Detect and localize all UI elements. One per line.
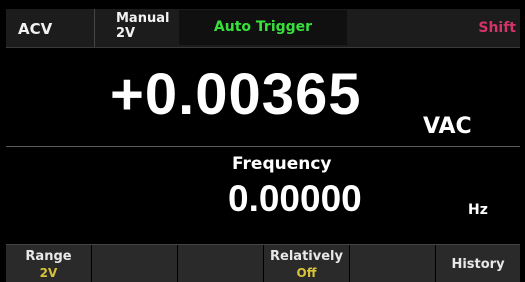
status-separator: [94, 9, 95, 47]
softkey-2[interactable]: [92, 245, 178, 282]
range-mode-indicator: Manual 2V: [116, 11, 169, 41]
multimeter-screen: ACV Manual 2V Auto Trigger Shift +0.0036…: [0, 0, 525, 282]
secondary-reading-value: 0.00000: [228, 178, 362, 219]
primary-reading-value: +0.00365: [110, 62, 362, 127]
shift-indicator: Shift: [478, 20, 516, 36]
measurement-mode-label: ACV: [18, 20, 53, 38]
softkey-history-label: History: [451, 257, 505, 272]
softkey-history[interactable]: History: [436, 245, 520, 282]
range-mode-text: Manual: [116, 11, 170, 26]
softkey-bar: Range 2V Relatively Off History: [6, 244, 520, 282]
softkey-relatively-label: Relatively: [270, 249, 343, 264]
primary-reading-unit: VAC: [423, 114, 472, 139]
trigger-mode-label: Auto Trigger: [213, 19, 313, 35]
softkey-range[interactable]: Range 2V: [6, 245, 92, 282]
softkey-range-value: 2V: [39, 266, 58, 280]
softkey-relatively[interactable]: Relatively Off: [264, 245, 350, 282]
softkey-3[interactable]: [178, 245, 264, 282]
status-bar: ACV Manual 2V Auto Trigger Shift: [6, 9, 520, 48]
range-value-text: 2V: [116, 26, 136, 41]
trigger-indicator: Auto Trigger: [179, 10, 347, 45]
display-divider: [6, 146, 520, 147]
softkey-5[interactable]: [350, 245, 436, 282]
softkey-range-label: Range: [25, 249, 72, 264]
secondary-reading-title: Frequency: [232, 154, 332, 174]
secondary-reading-unit: Hz: [468, 202, 488, 218]
softkey-relatively-value: Off: [296, 266, 317, 280]
